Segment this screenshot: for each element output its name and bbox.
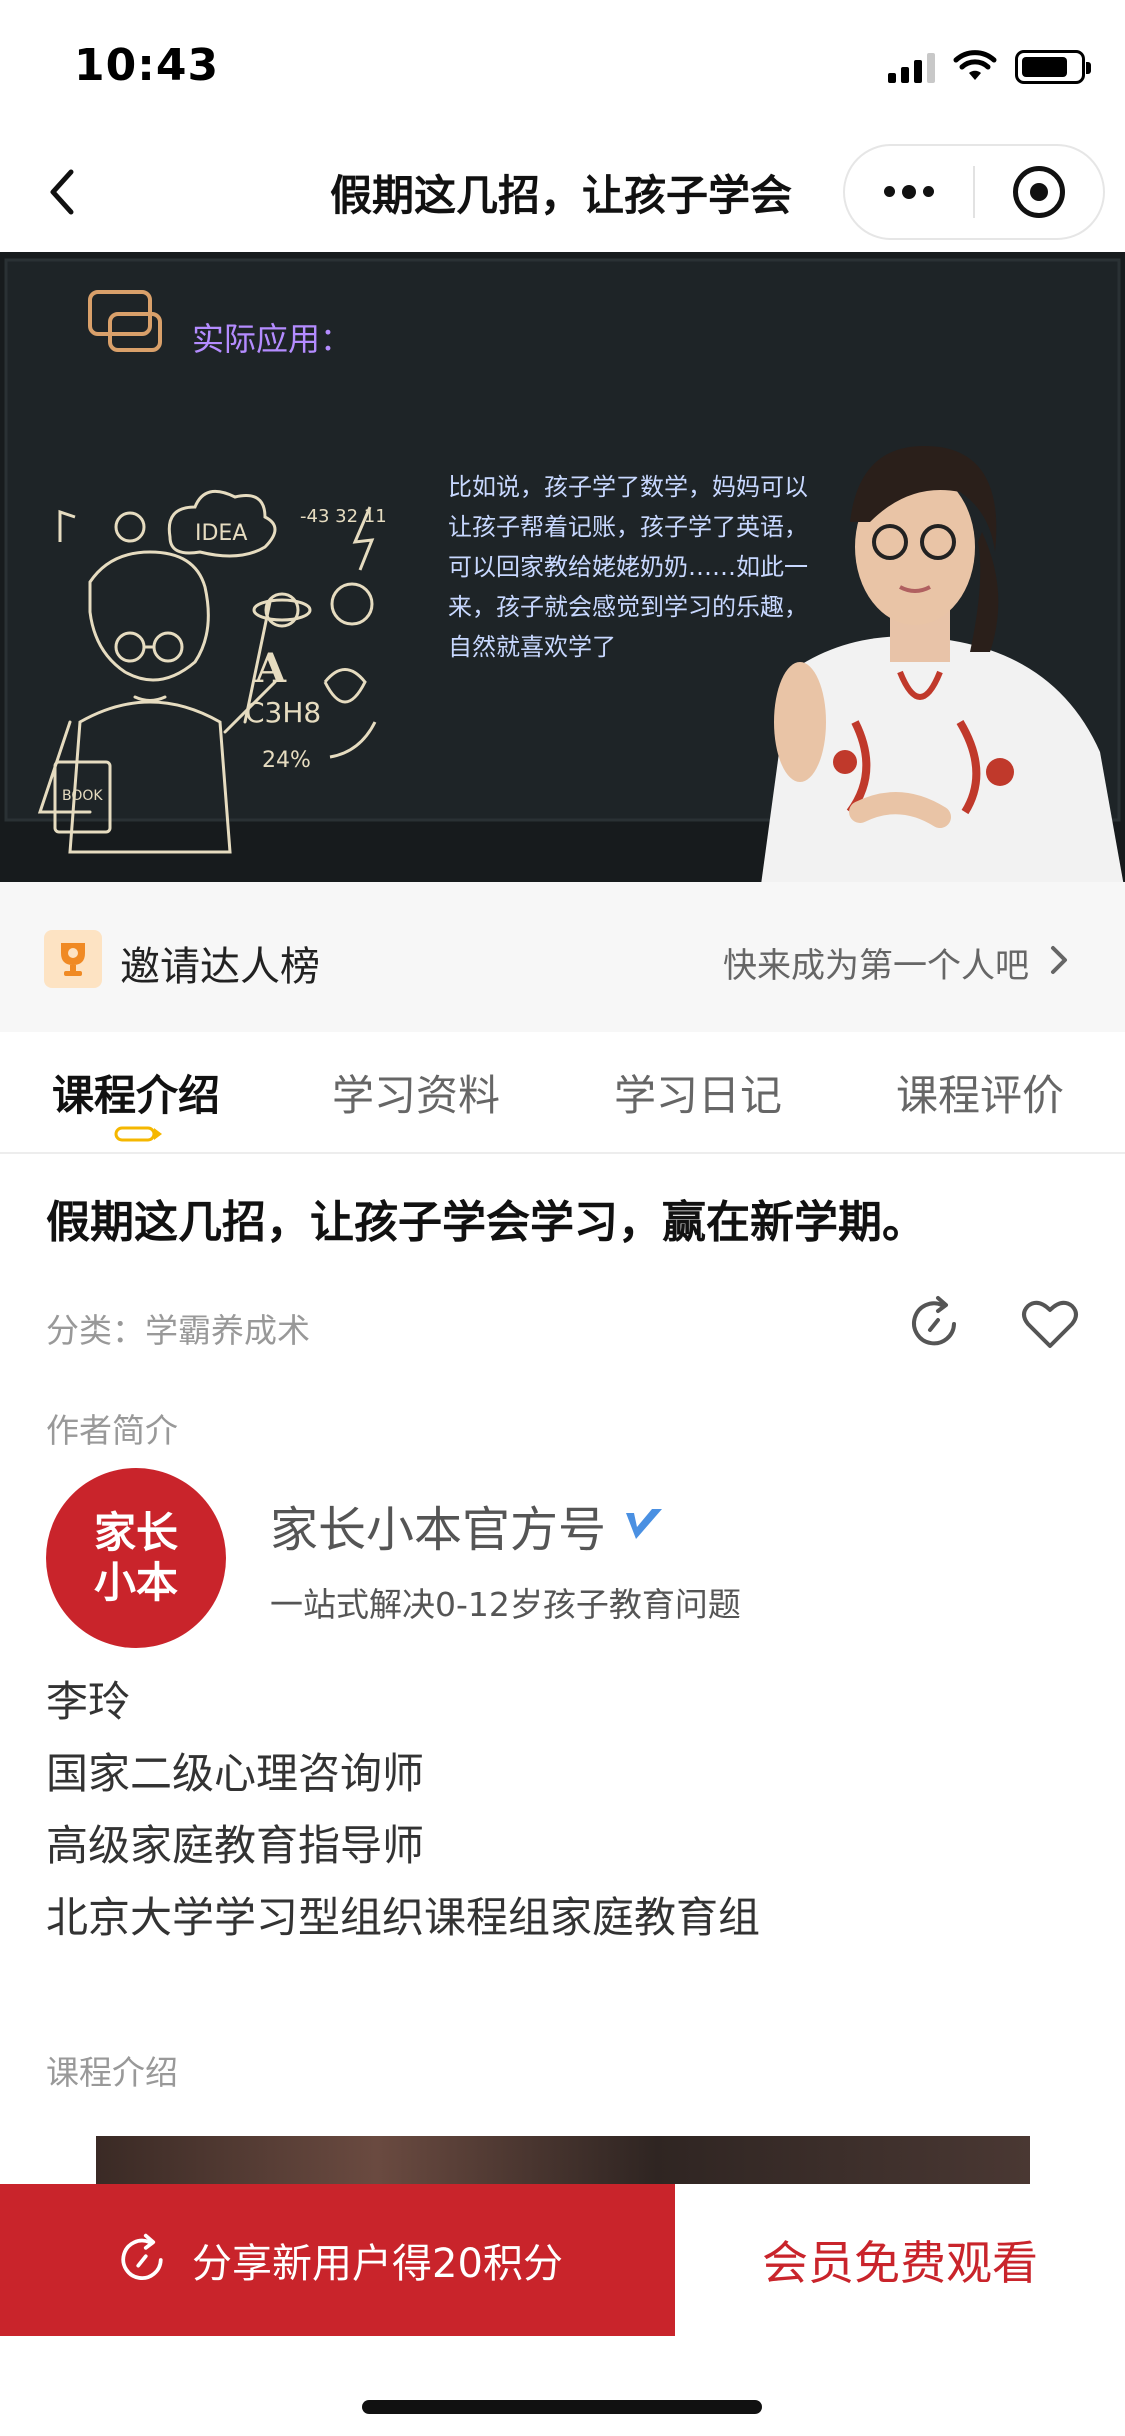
author-section-label: 作者简介 <box>46 1411 178 1450</box>
back-icon <box>50 169 74 215</box>
wifi-icon <box>953 50 997 80</box>
course-tabs: 课程介绍 学习资料 学习日记 课程评价 <box>0 1032 1125 1154</box>
video-player[interactable]: IDEA -43 32 11 A C3H8 24% BOOK 实际应用： 比如说… <box>0 252 1125 882</box>
tab-course-intro[interactable]: 课程介绍 <box>52 1062 220 1123</box>
share-refresh-icon[interactable] <box>902 1292 966 1356</box>
bio-line: 国家二级心理咨询师 <box>46 1749 425 1798</box>
board-title: 实际应用： <box>192 320 353 358</box>
chalk-percent: 24% <box>262 748 311 773</box>
pencil-indicator-icon <box>114 1126 162 1142</box>
close-target-icon <box>1013 166 1065 218</box>
home-bar-area <box>0 2336 1125 2436</box>
author-description: 一站式解决0-12岁孩子教育问题 <box>270 1585 741 1624</box>
board-text: 比如说，孩子学了数学，妈妈可以让孩子帮着记账，孩子学了英语，可以回家教给姥姥奶奶… <box>448 473 808 661</box>
mini-program-capsule <box>843 144 1105 240</box>
chalk-book-label: BOOK <box>62 788 103 804</box>
status-icons <box>888 50 1091 84</box>
back-button[interactable] <box>30 160 94 224</box>
tab-course-reviews[interactable]: 课程评价 <box>896 1062 1064 1123</box>
chalk-idea-label: IDEA <box>195 521 247 546</box>
page-title: 假期这几招，让孩子学会 <box>330 171 792 220</box>
share-button-label: 分享新用户得20积分 <box>192 2241 563 2287</box>
more-dots-icon <box>884 184 934 199</box>
verified-icon <box>626 1509 663 1539</box>
author-name-row[interactable]: 家长小本官方号 <box>270 1490 666 1560</box>
close-mini-program-button[interactable] <box>975 146 1103 238</box>
share-refresh-icon <box>121 2233 163 2280</box>
share-button[interactable]: 分享新用户得20积分 <box>0 2184 675 2336</box>
course-category: 分类：学霸养成术 <box>46 1311 310 1350</box>
invite-leaderboard-bar[interactable]: 邀请达人榜 快来成为第一个人吧 <box>0 882 1125 1032</box>
nav-bar: 假期这几招，让孩子学会 <box>0 132 1125 252</box>
author-name: 家长小本官方号 <box>270 1502 607 1558</box>
status-time: 10:43 <box>74 40 220 91</box>
chevron-right-icon <box>1051 946 1067 974</box>
more-button[interactable] <box>845 146 973 238</box>
invite-cta: 快来成为第一个人吧 <box>723 946 1029 986</box>
author-bio: 李玲 国家二级心理咨询师 高级家庭教育指导师 北京大学学习型组织课程组家庭教育组 <box>46 1666 760 1954</box>
bio-line: 李玲 <box>46 1677 131 1726</box>
member-watch-button[interactable]: 会员免费观看 <box>675 2184 1125 2336</box>
avatar-line-2: 小本 <box>93 1558 178 1607</box>
home-indicator[interactable] <box>362 2400 762 2414</box>
trophy-icon <box>44 930 102 988</box>
heart-icon[interactable] <box>1018 1292 1082 1356</box>
chalk-formula: C3H8 <box>245 696 321 729</box>
avatar-line-1: 家长 <box>93 1508 178 1557</box>
bottom-action-bar: 分享新用户得20积分 会员免费观看 <box>0 2184 1125 2336</box>
chalk-letter: A <box>254 645 287 692</box>
chalk-numbers: -43 32 11 <box>300 506 387 527</box>
invite-label: 邀请达人榜 <box>120 944 320 990</box>
intro-section-label: 课程介绍 <box>46 2053 178 2092</box>
author-avatar[interactable]: 家长 小本 <box>46 1468 226 1648</box>
status-bar: 10:43 <box>0 0 1125 132</box>
tab-study-materials[interactable]: 学习资料 <box>332 1062 500 1123</box>
battery-icon <box>1015 50 1091 84</box>
course-title: 假期这几招，让孩子学会学习，赢在新学期。 <box>46 1197 926 1248</box>
signal-icon <box>888 51 935 83</box>
member-button-label: 会员免费观看 <box>762 2236 1038 2290</box>
tab-study-diary[interactable]: 学习日记 <box>614 1062 782 1123</box>
bio-line: 高级家庭教育指导师 <box>46 1821 425 1870</box>
bio-line: 北京大学学习型组织课程组家庭教育组 <box>46 1893 761 1942</box>
